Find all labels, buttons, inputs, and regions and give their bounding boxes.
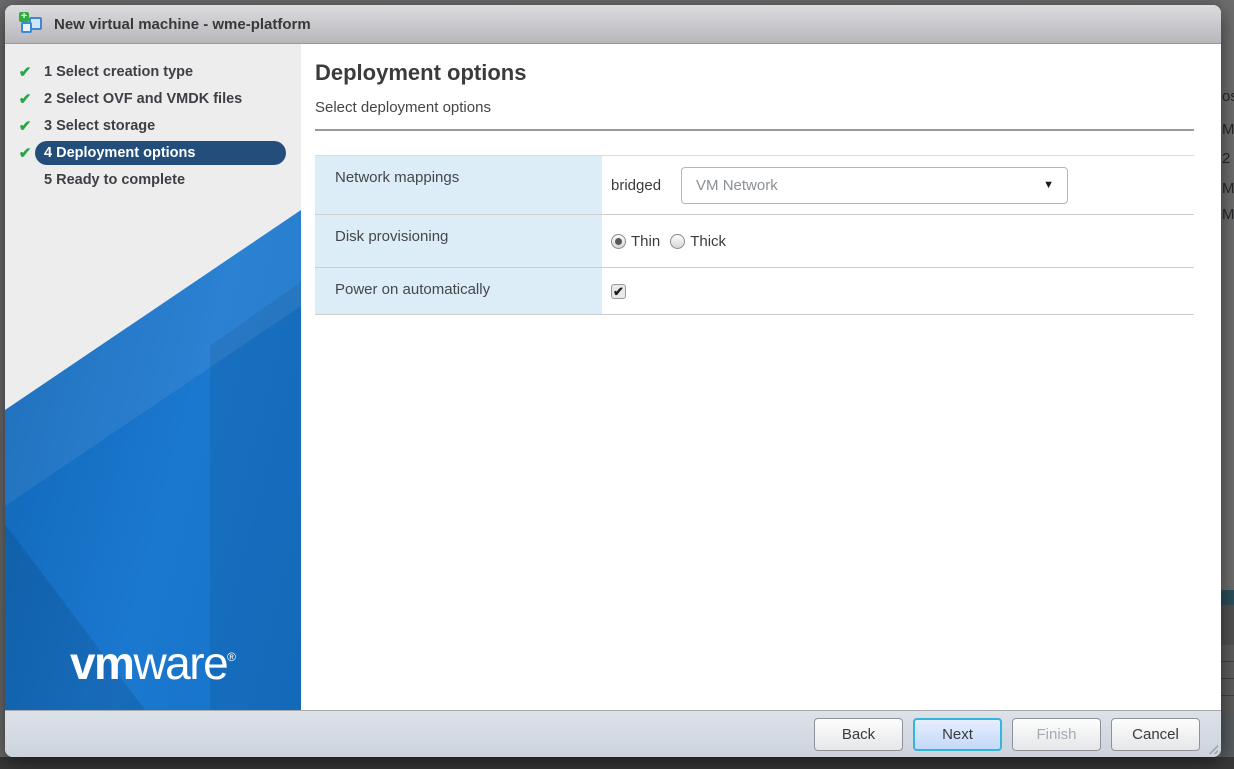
check-icon: ✔	[18, 63, 32, 81]
thick-radio[interactable]	[670, 233, 686, 249]
registered-mark: ®	[227, 650, 237, 664]
step-label: 2 Select OVF and VMDK files	[44, 90, 243, 107]
dialog-footer: Back Next Finish Cancel	[5, 710, 1221, 757]
power-on-row: Power on automatically ✔	[315, 268, 1194, 315]
new-vm-icon: +	[19, 11, 44, 35]
background-text-fragment: os	[1222, 88, 1234, 105]
thin-radio-label[interactable]: Thin	[631, 233, 660, 250]
vm-square-front	[21, 21, 32, 33]
chevron-down-icon: ▼	[1043, 179, 1055, 191]
finish-button[interactable]: Finish	[1012, 717, 1101, 751]
step-select-storage[interactable]: ✔ 3 Select storage	[5, 112, 301, 139]
step-select-creation-type[interactable]: ✔ 1 Select creation type	[5, 58, 301, 85]
background-band	[1221, 712, 1234, 757]
step-label: 1 Select creation type	[44, 63, 194, 80]
network-mappings-row: Network mappings bridged VM Network ▼	[315, 156, 1194, 215]
vmware-logo-vm: vm	[69, 637, 135, 689]
dimmed-background-strip: os M 2 M M	[1221, 0, 1234, 769]
check-icon: ✔	[18, 117, 32, 135]
deployment-options-table: Network mappings bridged VM Network ▼ Di…	[315, 155, 1194, 315]
page-title: Deployment options	[315, 60, 527, 85]
dialog-title: New virtual machine - wme-platform	[54, 15, 311, 33]
step-deployment-options[interactable]: ✔ 4 Deployment options	[5, 139, 301, 166]
power-on-checkbox[interactable]: ✔	[611, 283, 626, 299]
disk-provisioning-row: Disk provisioning Thin Thick	[315, 215, 1194, 268]
wizard-steps-sidebar: ✔ 1 Select creation type ✔ 2 Select OVF …	[5, 44, 301, 710]
check-icon: ✔	[18, 90, 32, 108]
page-subtitle: Select deployment options	[315, 99, 491, 116]
background-text-fragment: M	[1222, 180, 1234, 197]
divider	[315, 129, 1194, 131]
background-band	[1221, 605, 1234, 645]
check-icon: ✔	[18, 144, 32, 162]
step-label: 4 Deployment options	[35, 140, 286, 165]
background-text-fragment: 2	[1222, 150, 1231, 167]
back-button[interactable]: Back	[814, 717, 903, 751]
dialog-title-bar: + New virtual machine - wme-platform	[5, 5, 1221, 44]
dialog-body: ✔ 1 Select creation type ✔ 2 Select OVF …	[5, 44, 1221, 710]
background-table-rows	[1221, 645, 1234, 712]
background-band	[1221, 590, 1234, 605]
step-ready-to-complete[interactable]: 5 Ready to complete	[5, 166, 301, 193]
resize-handle[interactable]	[1207, 743, 1218, 754]
vmware-logo-ware: ware	[133, 637, 228, 689]
plus-badge-icon: +	[19, 11, 29, 22]
network-key-label: bridged	[611, 176, 662, 194]
power-on-value: ✔	[602, 268, 1194, 314]
dimmed-background-bottom	[0, 757, 1234, 769]
disk-provisioning-value: Thin Thick	[602, 215, 1194, 267]
step-select-ovf-vmdk-files[interactable]: ✔ 2 Select OVF and VMDK files	[5, 85, 301, 112]
wizard-main-panel: Deployment options Select deployment opt…	[301, 44, 1221, 710]
network-select-value: VM Network	[696, 176, 778, 194]
new-vm-wizard-dialog: + New virtual machine - wme-platform ✔ 1…	[5, 5, 1221, 757]
step-label: 5 Ready to complete	[44, 171, 186, 188]
disk-provisioning-label: Disk provisioning	[315, 215, 602, 267]
checkbox-check-icon: ✔	[613, 283, 624, 299]
background-text-fragment: M	[1222, 121, 1234, 138]
network-mappings-value: bridged VM Network ▼	[602, 156, 1194, 214]
thick-radio-label[interactable]: Thick	[690, 233, 726, 250]
step-label: 3 Select storage	[44, 117, 156, 134]
cancel-button[interactable]: Cancel	[1111, 717, 1200, 751]
thin-radio[interactable]	[611, 233, 626, 249]
vmware-logo: vmware®	[5, 640, 301, 686]
power-on-label: Power on automatically	[315, 268, 602, 314]
network-select[interactable]: VM Network ▼	[681, 166, 1069, 204]
background-text-fragment: M	[1222, 206, 1234, 223]
steps-list: ✔ 1 Select creation type ✔ 2 Select OVF …	[5, 44, 301, 193]
network-mappings-label: Network mappings	[315, 156, 602, 214]
next-button[interactable]: Next	[913, 717, 1002, 751]
